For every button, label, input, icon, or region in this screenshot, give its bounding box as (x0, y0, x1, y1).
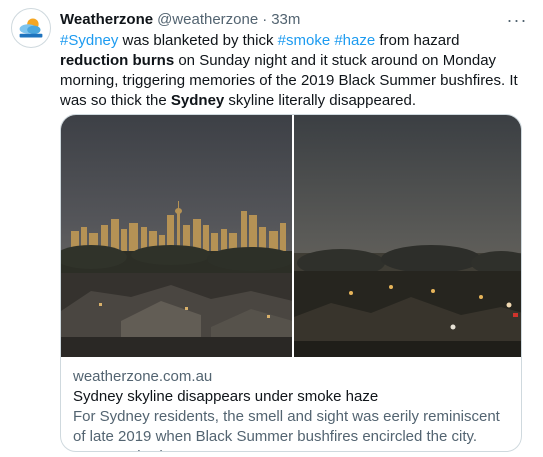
hashtag-sydney[interactable]: #Sydney (60, 32, 118, 49)
tweet-text-segment: skyline literally disappeared. (224, 92, 417, 109)
photo-hazy-skyline (294, 115, 521, 357)
card-domain: weatherzone.com.au (73, 368, 213, 385)
photo-clear-skyline (61, 115, 295, 357)
tweet-text-segment: from hazard (375, 32, 460, 49)
tweet-text-segment: was blanketed by thick (118, 32, 278, 49)
tweet-header: Weatherzone @weatherzone · 33m (60, 10, 300, 30)
tweet[interactable]: Weatherzone @weatherzone · 33m ··· #Sydn… (0, 0, 543, 457)
tweet-text: #Sydney was blanketed by thick #smoke #h… (60, 31, 530, 111)
more-options-icon[interactable]: ··· (505, 10, 529, 30)
weatherzone-logo-icon (12, 9, 50, 47)
link-card[interactable]: weatherzone.com.au Sydney skyline disapp… (60, 114, 522, 452)
separator-dot: · (262, 11, 268, 28)
hashtag-haze[interactable]: #haze (334, 32, 375, 49)
card-description: For Sydney residents, the smell and sigh… (73, 408, 500, 451)
author-handle[interactable]: @weatherzone (157, 10, 258, 30)
tweet-text-bold: reduction burns (60, 52, 175, 69)
card-image[interactable] (61, 115, 521, 357)
author-name[interactable]: Weatherzone (60, 10, 153, 30)
timestamp[interactable]: 33m (271, 10, 300, 30)
tweet-text-bold: Sydney (170, 92, 225, 109)
avatar[interactable] (11, 8, 51, 48)
hashtag-smoke[interactable]: #smoke (278, 32, 331, 49)
card-title: Sydney skyline disappears under smoke ha… (73, 388, 379, 405)
